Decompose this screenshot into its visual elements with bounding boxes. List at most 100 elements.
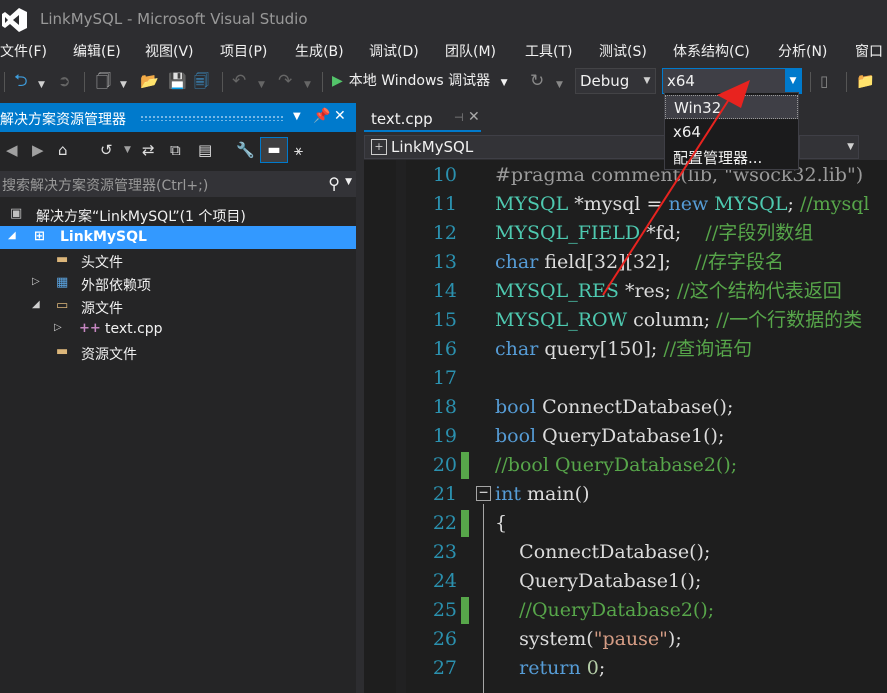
menu-architecture[interactable]: 体系结构(C) [673,41,750,61]
code-text: return 0; [519,657,606,679]
code-line: 21 − int main() [364,480,887,509]
forward-icon[interactable]: ▶ [32,141,44,159]
solution-configuration-combo[interactable]: Debug ▼ [575,68,656,94]
code-text: char query[150]; //查询语句 [495,338,753,360]
tree-item-solution[interactable]: ▣ 解决方案“LinkMySQL”(1 个项目) [0,203,356,226]
debugger-dropdown-icon[interactable]: ▼ [501,78,508,88]
tree-item-external-deps[interactable]: ▷ ▦ 外部依赖项 [0,272,356,295]
tree-item-label: 头文件 [81,255,123,271]
menu-test[interactable]: 测试(S) [599,41,647,61]
close-icon[interactable]: ✕ [334,108,346,124]
menu-team[interactable]: 团队(M) [445,41,496,61]
save-all-icon[interactable]: 🗐 [194,70,209,92]
menu-analyze[interactable]: 分析(N) [778,41,827,61]
restart-dropdown-icon[interactable]: ▼ [556,74,563,96]
tree-item-label: 解决方案“LinkMySQL”(1 个项目) [36,209,246,225]
forward-icon[interactable]: ➲ [58,70,71,92]
new-project-icon[interactable]: 🗍 [96,70,111,92]
preview-selected-items-icon[interactable]: ▬ [260,137,288,163]
platform-option-win32[interactable]: Win32 [665,95,798,119]
change-marker [461,452,469,479]
start-debugger-button[interactable]: ▶ 本地 Windows 调试器 ▼ [332,70,508,90]
expanded-arrow-icon[interactable]: ◢ [32,299,40,310]
save-icon[interactable]: 💾 [168,70,187,92]
collapsed-arrow-icon[interactable]: ▷ [32,276,40,287]
platform-option-x64[interactable]: x64 [665,120,798,144]
chevron-down-icon: ▼ [847,142,854,152]
pin-icon[interactable]: 📌 [313,108,330,124]
menu-file[interactable]: 文件(F) [0,41,47,61]
device-icon[interactable]: ▯ [820,70,828,92]
solution-search-placeholder: 搜索解决方案资源管理器(Ctrl+;) [2,178,209,194]
pending-changes-filter-icon[interactable]: ↺ [100,141,113,159]
project-scope-dropdown[interactable]: + LinkMySQL [364,135,674,159]
show-all-files-icon[interactable]: ▤ [198,141,212,159]
pin-tab-icon[interactable]: ⊣ [454,111,464,124]
platform-value: x64 [667,72,695,90]
tree-item-text-cpp[interactable]: ▷ ++ text.cpp [0,318,356,341]
solution-explorer-toolbar: ◀ ▶ ⌂ ↺ ▼ ⇄ ⧉ ▤ 🔧 ▬ ⚹ [0,132,356,168]
solution-platform-combo[interactable]: x64 ▼ [662,68,802,94]
code-text: MYSQL_ROW column; //一个行数据的类 [495,309,863,331]
line-number: 26 [432,628,457,650]
menu-build[interactable]: 生成(B) [295,41,344,61]
menu-tools[interactable]: 工具(T) [525,41,572,61]
line-number: 15 [432,309,457,331]
tree-item-resource-files[interactable]: ▬ 资源文件 [0,341,356,364]
collapse-region-icon[interactable]: − [476,485,491,501]
expanded-arrow-icon[interactable]: ◢ [8,230,16,241]
code-line: 23 ConnectDatabase(); [364,538,887,567]
class-view-icon[interactable]: ⚹ [294,141,303,159]
sync-icon[interactable]: ⇄ [142,141,155,159]
redo-dropdown-icon[interactable]: ▼ [304,74,311,96]
code-text: bool QueryDatabase1(); [495,425,725,447]
menu-project[interactable]: 项目(P) [220,41,267,61]
tree-item-source-files[interactable]: ◢ ▭ 源文件 [0,295,356,318]
code-line: 14 MYSQL_RES *res; //这个结构代表返回 [364,277,887,306]
collapse-all-icon[interactable]: ⧉ [170,141,181,159]
code-line: 19 bool QueryDatabase1(); [364,422,887,451]
tree-item-label: 资源文件 [81,347,137,363]
member-scope-dropdown[interactable]: ▼ [799,135,859,159]
solution-explorer-header: 解决方案资源管理器 ▼ 📌 ✕ [0,103,356,132]
line-number: 25 [432,599,457,621]
search-icon[interactable]: ⚲ [328,174,340,193]
close-tab-icon[interactable]: ✕ [468,109,480,125]
back-icon[interactable]: ◀ [6,141,18,159]
redo-icon[interactable]: ↷ [278,70,292,92]
collapsed-arrow-icon[interactable]: ▷ [54,322,62,333]
solution-search-input[interactable]: 搜索解决方案资源管理器(Ctrl+;) ⚲ ▼ [0,171,356,197]
tree-item-label: LinkMySQL [60,229,147,245]
editor-area: text.cpp ⊣ ✕ + LinkMySQL ▼ 10 #pragma com… [356,103,887,693]
undo-icon[interactable]: ↶ [232,70,246,92]
panel-drag-grip[interactable] [140,115,285,121]
menu-window[interactable]: 窗口 [855,41,883,61]
restart-icon[interactable]: ↻ [530,70,544,92]
new-project-dropdown-icon[interactable]: ▼ [120,74,127,96]
external-deps-icon: ▦ [56,275,69,290]
back-icon[interactable]: ⮌ [14,70,28,92]
code-line: 17 [364,364,887,393]
open-file-icon[interactable]: 📂 [140,70,159,92]
undo-dropdown-icon[interactable]: ▼ [258,74,265,96]
menu-debug[interactable]: 调试(D) [369,41,419,61]
menu-view[interactable]: 视图(V) [145,41,194,61]
code-editor[interactable]: 10 #pragma comment(lib, "wsock32.lib") 11… [364,160,887,693]
configuration-manager-option[interactable]: 配置管理器... [665,144,798,168]
home-icon[interactable]: ⌂ [58,141,68,159]
line-number: 24 [432,570,457,592]
back-dropdown-icon[interactable]: ▼ [38,74,45,96]
line-number: 10 [432,164,457,186]
tab-text-cpp[interactable]: text.cpp ⊣ ✕ [364,105,481,132]
search-options-dropdown-icon[interactable]: ▼ [345,177,352,187]
tree-item-header-files[interactable]: ▬ 头文件 [0,249,356,272]
tree-item-project[interactable]: ◢ ⊞ LinkMySQL [0,226,356,249]
window-position-dropdown-icon[interactable]: ▼ [293,111,301,122]
line-number: 22 [432,512,457,534]
code-line: 24 QueryDatabase1(); [364,567,887,596]
menu-edit[interactable]: 编辑(E) [73,41,121,61]
properties-icon[interactable]: 🔧 [236,141,255,159]
find-in-files-icon[interactable]: 📁 [856,70,875,92]
cpp-project-icon: ⊞ [34,229,45,244]
filter-dropdown-icon[interactable]: ▼ [124,145,131,155]
